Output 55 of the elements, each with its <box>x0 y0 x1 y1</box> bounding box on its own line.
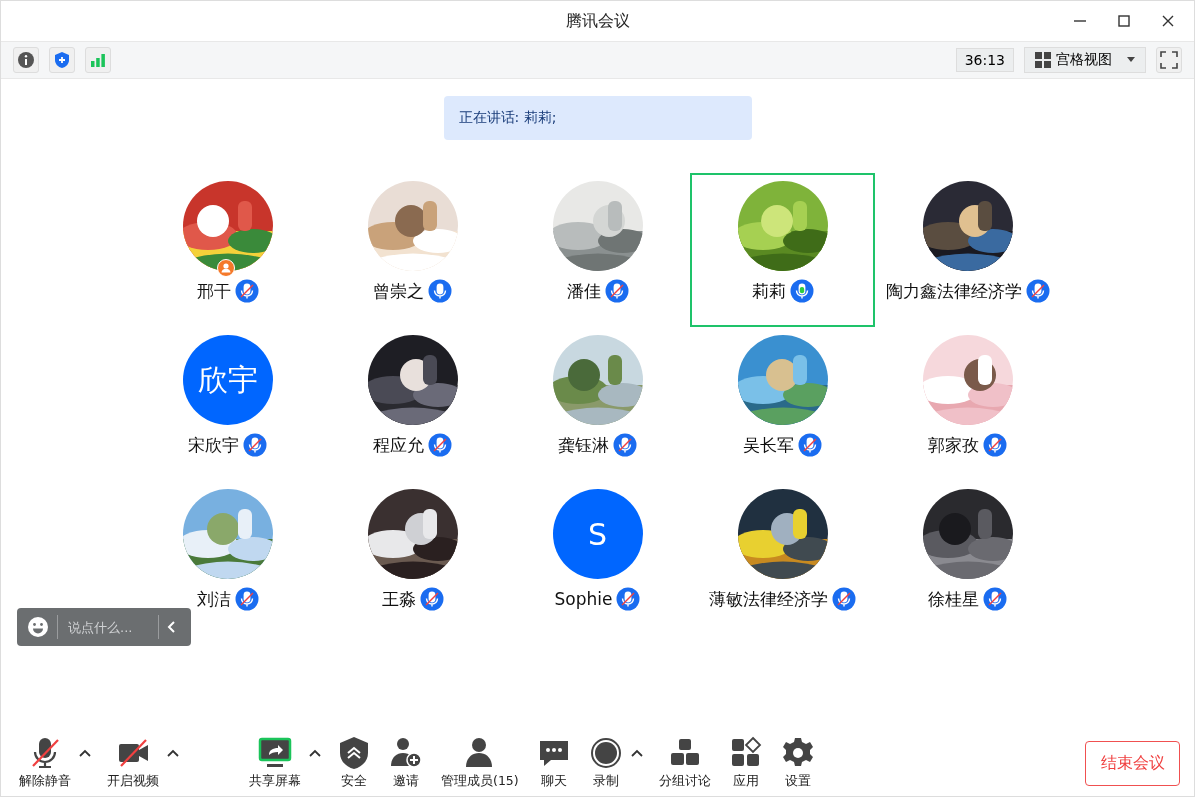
dropdown-arrow-icon <box>1127 57 1135 63</box>
info-button[interactable] <box>13 47 39 73</box>
share-icon <box>258 736 292 770</box>
emoji-icon[interactable] <box>27 616 49 638</box>
info-icon <box>17 51 35 69</box>
maximize-icon[interactable] <box>1116 13 1132 29</box>
participant-name: 徐桂星 <box>928 587 979 611</box>
breakout-button[interactable]: 分组讨论 <box>654 736 715 790</box>
participant-name: 龚钰淋 <box>558 433 609 457</box>
shield-button[interactable] <box>49 47 75 73</box>
invite-button[interactable]: 邀请 <box>385 736 427 790</box>
mic-button[interactable]: 解除静音 <box>15 736 75 790</box>
participant-name: 曾崇之 <box>373 279 424 303</box>
chat-input-field[interactable]: 说点什么... <box>66 618 150 636</box>
avatar: S <box>552 489 643 579</box>
apps-button[interactable]: 应用 <box>724 736 767 790</box>
participant-name: Sophie <box>554 589 613 609</box>
security-icon <box>337 736 371 770</box>
participant-name: 莉莉 <box>751 279 786 303</box>
avatar: 欣宇 <box>182 335 273 425</box>
participant-name: 薄敏法律经济学 <box>709 587 828 611</box>
share-button[interactable]: 共享屏幕 <box>245 736 305 790</box>
participant-name: 刘洁 <box>196 587 231 611</box>
record-button[interactable]: 录制 <box>584 736 627 790</box>
members-button[interactable]: 管理成员(15) <box>437 736 523 790</box>
grid-icon <box>1035 52 1051 68</box>
end-meeting-button[interactable]: 结束会议 <box>1085 740 1180 786</box>
fullscreen-icon <box>1160 51 1178 69</box>
participant-name: 宋欣宇 <box>188 433 239 457</box>
caret-icon[interactable] <box>630 749 643 757</box>
window-title: 腾讯会议 <box>565 10 630 32</box>
caret-icon[interactable] <box>309 749 321 757</box>
caret-icon[interactable] <box>79 749 91 757</box>
participant-name: 陶力鑫法律经济学 <box>885 279 1022 303</box>
signal-icon <box>89 51 107 69</box>
view-mode-dropdown[interactable]: 宫格视图 <box>1024 47 1146 73</box>
speaking-banner: 正在讲话: 莉莉; <box>443 96 752 140</box>
collapse-chevron-icon[interactable] <box>167 620 177 634</box>
settings-button[interactable]: 设置 <box>776 736 819 790</box>
security-button[interactable]: 安全 <box>333 736 375 790</box>
participant-name: 邢干 <box>196 279 231 303</box>
participant-name: 王淼 <box>381 587 416 611</box>
participant-name: 程应允 <box>373 433 424 457</box>
record-icon <box>588 736 623 770</box>
meeting-timer: 36:13 <box>955 48 1014 72</box>
fullscreen-button[interactable] <box>1156 47 1182 73</box>
participant-name: 郭家孜 <box>928 433 979 457</box>
shield-icon <box>53 51 71 69</box>
close-icon[interactable] <box>1160 13 1176 29</box>
caret-icon[interactable] <box>167 749 179 757</box>
video-button[interactable]: 开启视频 <box>103 736 163 790</box>
invite-icon <box>389 736 423 770</box>
participant-name: 潘佳 <box>566 279 601 303</box>
chat-button[interactable]: 聊天 <box>532 736 575 790</box>
participant-name: 吴长军 <box>743 433 794 457</box>
